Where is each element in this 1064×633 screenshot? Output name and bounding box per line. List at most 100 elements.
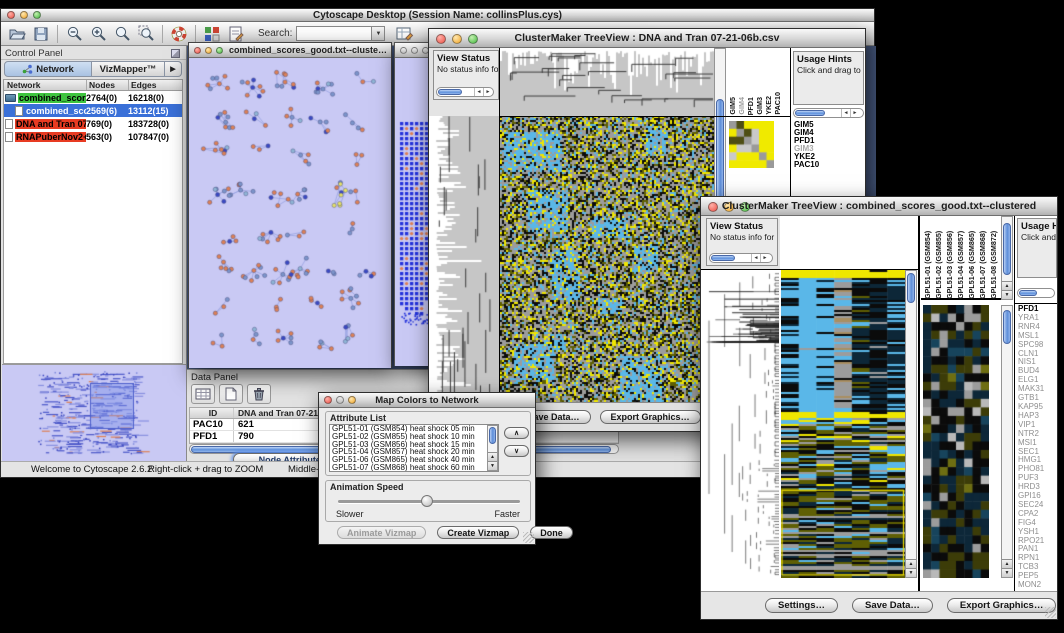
tv1-hints-scrollbar[interactable]: ◄► xyxy=(793,108,864,118)
attribute-select-table-icon[interactable] xyxy=(191,384,215,404)
tv2-hints-scrollbar[interactable] xyxy=(1017,288,1055,298)
speed-slider-thumb[interactable] xyxy=(421,495,433,507)
map-colors-dialog: Map Colors to Network Attribute List GPL… xyxy=(318,392,536,545)
tv1-row-dendrogram[interactable] xyxy=(433,116,499,402)
attribute-list[interactable]: GPL51-01 (GSM854) heat shock 05 minGPL51… xyxy=(329,424,499,472)
tv1-column-label[interactable]: GIM4 xyxy=(737,97,746,115)
tv2-action-button[interactable]: Save Data… xyxy=(852,598,933,613)
tab-vizmapper[interactable]: VizMapper™ xyxy=(92,61,165,77)
treeview2-title-bar[interactable]: ClusterMaker TreeView : combined_scores_… xyxy=(701,197,1057,216)
tv1-similarity-matrix[interactable] xyxy=(729,121,774,168)
move-up-button[interactable]: ∧ xyxy=(504,427,529,439)
network-item-icon xyxy=(5,132,13,142)
resize-grip[interactable] xyxy=(523,532,534,543)
attribute-list-scrollbar[interactable]: ▲ ▼ xyxy=(487,425,498,471)
move-down-button[interactable]: ∨ xyxy=(504,445,529,457)
left-arrow-icon[interactable]: ◄ xyxy=(751,254,760,262)
attr-column-id[interactable]: ID xyxy=(190,408,234,418)
down-arrow-icon[interactable]: ▼ xyxy=(1002,568,1012,577)
tv1-row-label[interactable]: PAC10 xyxy=(794,161,864,169)
zoom-fit-button[interactable] xyxy=(110,23,134,45)
new-attribute-page-icon[interactable] xyxy=(219,384,243,404)
network-edges-count: 107847(0) xyxy=(128,132,182,142)
left-arrow-icon[interactable]: ◄ xyxy=(841,109,850,117)
tv2-column-label[interactable]: GPL51-01 (GSM854) xyxy=(923,217,934,299)
tv2-labels-scrollbar[interactable]: ▲ ▼ xyxy=(1001,216,1013,300)
tv1-column-label[interactable]: GIM3 xyxy=(755,97,764,115)
tv2-status-scrollbar[interactable]: ◄► xyxy=(709,253,773,263)
minimize-button[interactable] xyxy=(411,47,418,54)
tv2-zoom-scrollbar[interactable]: ▲ ▼ xyxy=(1001,305,1013,578)
network-overview-canvas[interactable] xyxy=(2,365,186,461)
search-dropdown-button[interactable]: ▼ xyxy=(372,26,385,41)
gene-label[interactable]: MON2 xyxy=(1018,581,1057,590)
tv1-column-label[interactable]: YKE2 xyxy=(764,96,773,115)
up-arrow-icon[interactable]: ▲ xyxy=(1002,281,1012,290)
dialog-button[interactable]: Animate Vizmap xyxy=(337,526,426,539)
right-arrow-icon[interactable]: ► xyxy=(483,88,492,96)
dialog-button[interactable]: Done xyxy=(530,526,573,539)
float-panel-icon[interactable] xyxy=(171,49,180,58)
network-row[interactable]: combined_scores 2764(0) 16218(0) xyxy=(4,91,182,104)
tv1-heatmap[interactable] xyxy=(500,116,714,402)
tv2-action-button[interactable]: Settings… xyxy=(765,598,838,613)
right-arrow-icon[interactable]: ► xyxy=(760,254,769,262)
zoom-out-button[interactable] xyxy=(62,23,86,45)
network-item-icon xyxy=(5,119,13,129)
tab-network[interactable]: Network xyxy=(4,61,92,77)
up-arrow-icon[interactable]: ▲ xyxy=(906,559,916,568)
network-view-2-controls xyxy=(400,47,429,54)
network-edges-count: 183728(0) xyxy=(128,119,182,129)
network-row[interactable]: DNA and Tran 07 769(0) 183728(0) xyxy=(4,117,182,130)
open-file-button[interactable] xyxy=(5,23,29,45)
tv2-row-dendrogram[interactable] xyxy=(703,270,779,578)
network-view-window: combined_scores_good.txt--cluste… xyxy=(188,42,392,368)
network-canvas[interactable] xyxy=(189,58,391,368)
network-row[interactable]: combined_sco 2569(6) 13112(15) xyxy=(4,104,182,117)
right-arrow-icon[interactable]: ► xyxy=(850,109,859,117)
delete-attribute-trash-icon[interactable] xyxy=(247,384,271,404)
tv1-column-label[interactable]: GIM5 xyxy=(728,97,737,115)
save-session-button[interactable] xyxy=(29,23,53,45)
column-header-nodes[interactable]: Nodes xyxy=(87,80,129,90)
tv2-column-label[interactable]: GPL51-04 (GSM857) xyxy=(956,217,967,299)
column-header-network[interactable]: Network xyxy=(4,80,87,90)
tv2-column-label[interactable]: GPL51-02 (GSM855) xyxy=(934,217,945,299)
tab-overflow-button[interactable]: ▶ xyxy=(165,61,182,77)
dialog-button[interactable]: Create Vizmap xyxy=(437,526,519,539)
network-view-title-bar[interactable]: combined_scores_good.txt--cluste… xyxy=(189,43,391,58)
tv2-zoom-heatmap[interactable] xyxy=(923,305,989,578)
left-arrow-icon[interactable]: ◄ xyxy=(474,88,483,96)
tv2-heatmap[interactable] xyxy=(781,270,905,578)
tv2-column-label[interactable]: GPL51-03 (GSM856) xyxy=(945,217,956,299)
zoom-in-button[interactable] xyxy=(86,23,110,45)
tv2-heatmap-vscrollbar[interactable]: ▲ ▼ xyxy=(905,270,917,578)
resize-grip[interactable] xyxy=(1045,607,1056,618)
up-arrow-icon[interactable]: ▲ xyxy=(1002,559,1012,568)
attribute-list-item[interactable]: GPL51-07 (GSM868) heat shock 60 min xyxy=(330,464,498,472)
up-arrow-icon[interactable]: ▲ xyxy=(488,452,497,461)
down-arrow-icon[interactable]: ▼ xyxy=(488,461,497,470)
down-arrow-icon[interactable]: ▼ xyxy=(1002,290,1012,299)
tv1-usage-hints-title: Usage Hints xyxy=(794,52,863,65)
tv1-view-status-title: View Status xyxy=(434,51,498,64)
tv2-column-label[interactable]: GPL51-08 (GSM872) xyxy=(989,217,1000,299)
down-arrow-icon[interactable]: ▼ xyxy=(906,568,916,577)
zoom-selected-button[interactable] xyxy=(134,23,158,45)
treeview1-title-bar[interactable]: ClusterMaker TreeView : DNA and Tran 07-… xyxy=(429,29,865,48)
tv1-action-button[interactable]: Export Graphics… xyxy=(600,410,701,424)
map-dialog-title-bar[interactable]: Map Colors to Network xyxy=(319,393,535,408)
search-input[interactable] xyxy=(296,26,372,41)
network-row[interactable]: RNAPuberNov2+I 563(0) 107847(0) xyxy=(4,130,182,143)
close-button[interactable] xyxy=(400,47,407,54)
tv1-column-label[interactable]: PFD1 xyxy=(746,97,755,115)
tv1-column-label[interactable]: PAC10 xyxy=(773,92,782,115)
tv2-column-label[interactable]: GPL51-07 (GSM868) xyxy=(978,217,989,299)
main-title-bar[interactable]: Cytoscape Desktop (Session Name: collins… xyxy=(1,9,874,22)
network-nodes-count: 2569(6) xyxy=(86,106,128,116)
tv1-column-dendrogram[interactable] xyxy=(500,48,714,116)
tv2-action-button[interactable]: Export Graphics… xyxy=(947,598,1056,613)
tv2-column-label[interactable]: GPL51-06 (GSM865) xyxy=(967,217,978,299)
column-header-edges[interactable]: Edges xyxy=(129,80,182,90)
tv1-status-scrollbar[interactable]: ◄► xyxy=(436,87,494,97)
